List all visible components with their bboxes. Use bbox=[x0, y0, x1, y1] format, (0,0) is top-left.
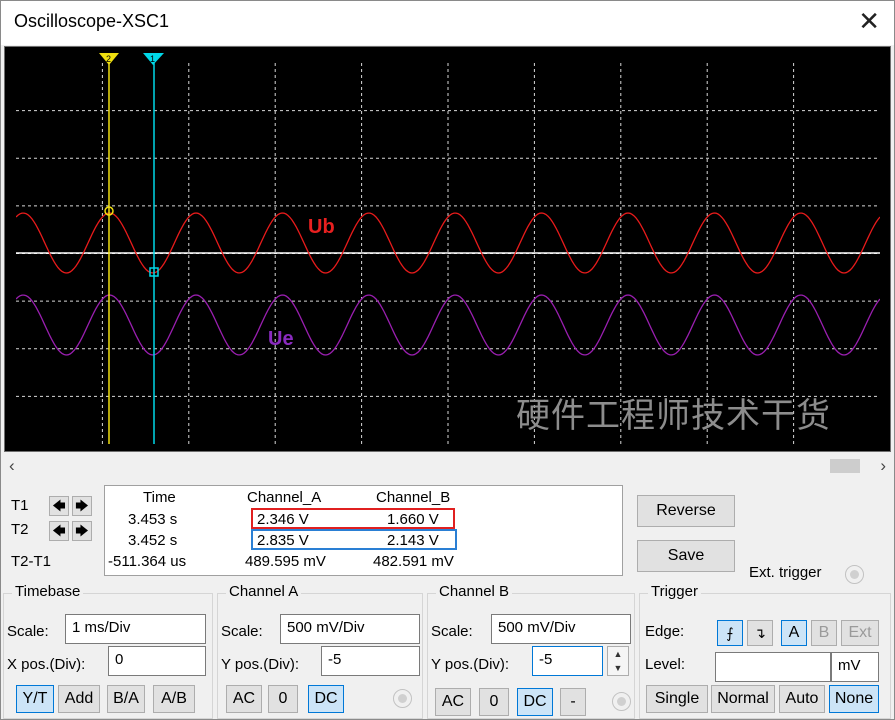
timebase-scale-label: Scale: bbox=[7, 623, 49, 640]
spin-up-icon[interactable]: ▲ bbox=[608, 647, 628, 661]
delta-channel-a: 489.595 mV bbox=[245, 553, 326, 570]
mode-ba-button[interactable]: B/A bbox=[107, 685, 145, 713]
cursor-1-handle-label: 1 bbox=[150, 54, 155, 64]
title-bar: Oscilloscope-XSC1 ✕ bbox=[1, 1, 894, 45]
channel-a-ypos-field[interactable]: -5 bbox=[321, 646, 420, 676]
label-ub: Ub bbox=[308, 216, 335, 238]
delta-channel-b: 482.591 mV bbox=[373, 553, 454, 570]
trigger-none-button[interactable]: None bbox=[829, 685, 879, 713]
channel-b-scale-label: Scale: bbox=[431, 623, 473, 640]
mode-yt-button[interactable]: Y/T bbox=[16, 685, 54, 713]
mode-ab-button[interactable]: A/B bbox=[153, 685, 195, 713]
level-label: Level: bbox=[645, 656, 686, 673]
channel-a-scale-label: Scale: bbox=[221, 623, 263, 640]
trigger-group: Trigger Edge: ⨍ ↴ A B Ext Level: mV Sing… bbox=[639, 583, 891, 719]
cursor-handles[interactable]: 2 1 bbox=[98, 51, 168, 69]
arrow-right-icon: 🡆 bbox=[75, 523, 89, 538]
measurement-readout: Time Channel_A Channel_B 3.453 s 2.346 V… bbox=[104, 485, 623, 576]
t1-left-button[interactable]: 🡄 bbox=[49, 496, 69, 516]
delta-time: -511.364 us bbox=[108, 553, 187, 570]
header-time: Time bbox=[143, 489, 176, 506]
horizontal-scrollbar[interactable]: ‹ › bbox=[4, 455, 891, 477]
label-ue: Ue bbox=[268, 328, 294, 350]
watermark-text: 硬件工程师技术干货 bbox=[516, 396, 831, 436]
scope-screen[interactable]: Ub Ue bbox=[16, 63, 880, 444]
channel-a-ac-button[interactable]: AC bbox=[226, 685, 262, 713]
header-channel-b: Channel_B bbox=[376, 489, 451, 506]
channel-a-title: Channel A bbox=[226, 583, 302, 600]
t2-channel-a: 2.835 V bbox=[257, 532, 309, 549]
channel-b-group: Channel B Scale: 500 mV/Div Y pos.(Div):… bbox=[427, 583, 635, 719]
channel-a-ypos-label: Y pos.(Div): bbox=[221, 656, 300, 673]
trigger-source-ext-button[interactable]: Ext bbox=[841, 620, 879, 646]
channel-a-scale-field[interactable]: 500 mV/Div bbox=[280, 614, 420, 644]
channel-b-ypos-field[interactable]: -5 bbox=[532, 646, 603, 676]
t2-left-button[interactable]: 🡄 bbox=[49, 521, 69, 541]
channel-b-radio[interactable] bbox=[612, 692, 631, 711]
spin-down-icon[interactable]: ▼ bbox=[608, 661, 628, 675]
header-channel-a: Channel_A bbox=[247, 489, 322, 506]
t2-right-button[interactable]: 🡆 bbox=[72, 521, 92, 541]
x-pos-label: X pos.(Div): bbox=[7, 656, 86, 673]
t2-time: 3.452 s bbox=[128, 532, 178, 549]
trigger-normal-button[interactable]: Normal bbox=[711, 685, 775, 713]
save-button[interactable]: Save bbox=[637, 540, 735, 572]
t2-channel-b: 2.143 V bbox=[387, 532, 439, 549]
trigger-title: Trigger bbox=[648, 583, 701, 600]
t1-channel-a: 2.346 V bbox=[257, 511, 309, 528]
reverse-button[interactable]: Reverse bbox=[637, 495, 735, 527]
cursor-panel: T1 🡄 🡆 T2 🡄 🡆 T2-T1 bbox=[5, 481, 101, 577]
channel-b-ypos-stepper[interactable]: ▲ ▼ bbox=[607, 646, 629, 676]
trigger-level-unit[interactable]: mV bbox=[831, 652, 879, 682]
channel-b-invert-button[interactable]: - bbox=[560, 688, 586, 716]
trigger-level-field[interactable] bbox=[715, 652, 831, 682]
rising-edge-icon: ⨍ bbox=[726, 625, 734, 641]
t1-time: 3.453 s bbox=[128, 511, 178, 528]
edge-label: Edge: bbox=[645, 623, 685, 640]
t2-t1-label: T2-T1 bbox=[11, 553, 52, 570]
channel-a-group: Channel A Scale: 500 mV/Div Y pos.(Div):… bbox=[217, 583, 423, 719]
arrow-right-icon: 🡆 bbox=[75, 498, 89, 513]
channel-a-radio[interactable] bbox=[393, 689, 412, 708]
edge-falling-button[interactable]: ↴ bbox=[747, 620, 773, 646]
ext-trigger-radio[interactable] bbox=[845, 565, 864, 584]
ext-trigger-label: Ext. trigger bbox=[749, 564, 822, 581]
scroll-right-icon[interactable]: › bbox=[880, 456, 886, 476]
channel-b-dc-button[interactable]: DC bbox=[517, 688, 553, 716]
edge-rising-button[interactable]: ⨍ bbox=[717, 620, 743, 646]
arrow-left-icon: 🡄 bbox=[52, 523, 66, 538]
t1-label: T1 bbox=[11, 497, 29, 514]
channel-a-zero-button[interactable]: 0 bbox=[268, 685, 298, 713]
channel-b-ac-button[interactable]: AC bbox=[435, 688, 471, 716]
close-icon[interactable]: ✕ bbox=[858, 6, 880, 36]
channel-b-title: Channel B bbox=[436, 583, 513, 600]
scope-graph[interactable]: Ub Ue bbox=[16, 63, 880, 444]
scroll-thumb[interactable] bbox=[830, 459, 860, 473]
timebase-scale-field[interactable]: 1 ms/Div bbox=[65, 614, 206, 644]
cursor-2-handle-label: 2 bbox=[106, 54, 111, 64]
trigger-single-button[interactable]: Single bbox=[646, 685, 708, 713]
t1-right-button[interactable]: 🡆 bbox=[72, 496, 92, 516]
scroll-left-icon[interactable]: ‹ bbox=[9, 456, 15, 476]
t2-label: T2 bbox=[11, 521, 29, 538]
channel-b-zero-button[interactable]: 0 bbox=[479, 688, 509, 716]
trigger-source-a-button[interactable]: A bbox=[781, 620, 807, 646]
t1-channel-b: 1.660 V bbox=[387, 511, 439, 528]
trigger-source-b-button[interactable]: B bbox=[811, 620, 837, 646]
mode-add-button[interactable]: Add bbox=[58, 685, 100, 713]
falling-edge-icon: ↴ bbox=[754, 625, 766, 641]
channel-b-ypos-label: Y pos.(Div): bbox=[431, 656, 510, 673]
arrow-left-icon: 🡄 bbox=[52, 498, 66, 513]
channel-b-scale-field[interactable]: 500 mV/Div bbox=[491, 614, 631, 644]
timebase-title: Timebase bbox=[12, 583, 84, 600]
oscilloscope-window: Oscilloscope-XSC1 ✕ Ub Ue 2 1 硬件工程师技术干货 … bbox=[0, 0, 895, 720]
x-pos-field[interactable]: 0 bbox=[108, 646, 206, 676]
window-title: Oscilloscope-XSC1 bbox=[14, 11, 170, 31]
channel-a-dc-button[interactable]: DC bbox=[308, 685, 344, 713]
timebase-group: Timebase Scale: 1 ms/Div X pos.(Div): 0 … bbox=[3, 583, 213, 719]
trigger-auto-button[interactable]: Auto bbox=[779, 685, 825, 713]
